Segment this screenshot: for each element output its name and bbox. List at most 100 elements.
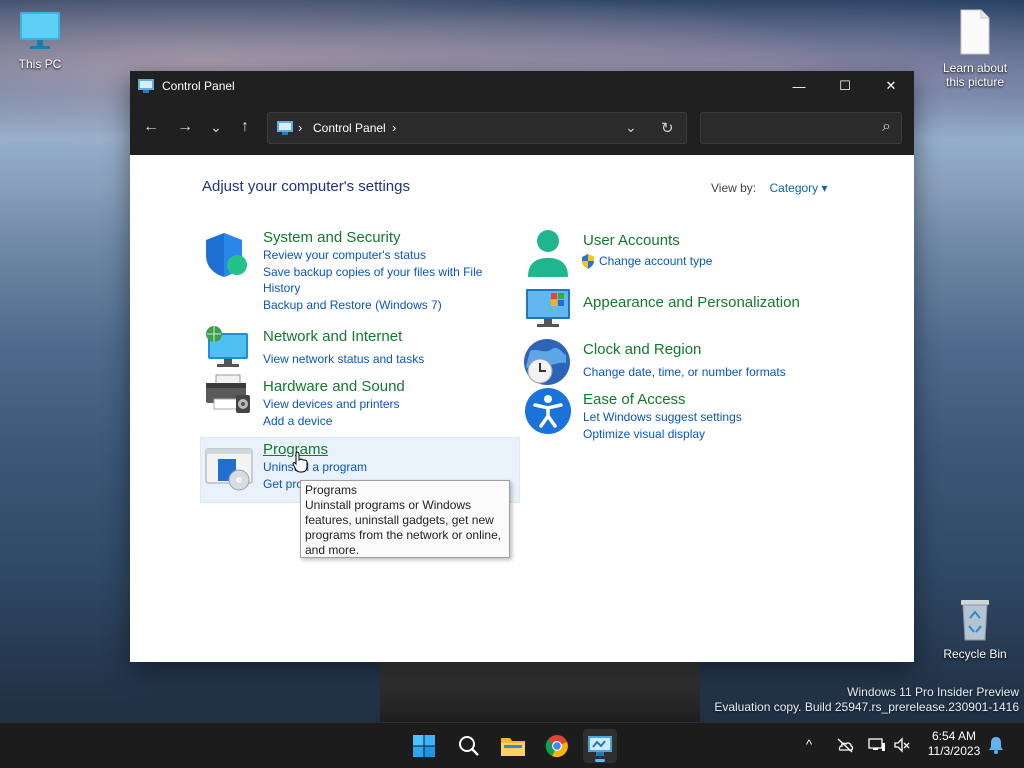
notification-bell-icon[interactable] [988, 736, 1004, 754]
forward-button[interactable]: → [171, 113, 199, 141]
search-icon [459, 736, 479, 756]
backup-restore-link[interactable]: Backup and Restore (Windows 7) [263, 297, 513, 314]
category-ease-of-access: Ease of Access Let Windows suggest setti… [583, 391, 843, 442]
view-by-label: View by: [711, 181, 757, 195]
active-app-indicator [595, 759, 605, 762]
volume-muted-icon[interactable] [894, 737, 912, 753]
clock-date: 11/3/2023 [927, 744, 981, 758]
chrome-icon [545, 735, 568, 758]
category-clock-region: Clock and Region Change date, time, or n… [583, 341, 843, 381]
file-history-link[interactable]: Save backup copies of your files with Fi… [263, 264, 513, 297]
start-icon [413, 735, 435, 757]
hardware-sound-link[interactable]: Hardware and Sound [263, 378, 513, 396]
recent-locations-button[interactable]: ⌄ [202, 113, 230, 141]
start-button[interactable] [407, 729, 441, 763]
uac-shield-icon [582, 254, 594, 269]
add-device-link[interactable]: Add a device [263, 413, 513, 430]
caret-down-icon: ▾ [821, 181, 828, 195]
learn-picture-label: Learn about this picture [942, 61, 1008, 89]
clock-region-link[interactable]: Clock and Region [583, 341, 843, 359]
user-accounts-icon [528, 230, 568, 277]
optimize-display-link[interactable]: Optimize visual display [583, 426, 843, 443]
control-panel-window: Control Panel — ☐ ✕ ← → ⌄ ↑ › Control Pa… [130, 71, 914, 662]
tooltip-body: Uninstall programs or Windows features, … [305, 498, 502, 557]
user-accounts-link[interactable]: User Accounts [583, 232, 843, 250]
monitor-icon [20, 12, 60, 49]
appearance-icon [526, 289, 570, 327]
change-account-type-link[interactable]: Change account type [582, 253, 843, 270]
watermark-line-2: Evaluation copy. Build 25947.rs_prerelea… [714, 700, 1019, 714]
review-status-link[interactable]: Review your computer's status [263, 247, 513, 264]
search-box[interactable]: ⌕ [700, 112, 902, 144]
page-title: Adjust your computer's settings [202, 178, 410, 195]
programs-tooltip: Programs Uninstall programs or Windows f… [300, 480, 510, 558]
up-arrow-icon: ↑ [241, 118, 249, 135]
appearance-personalization-link[interactable]: Appearance and Personalization [583, 294, 843, 312]
clock-region-icon [524, 339, 570, 385]
clock-time: 6:54 AM [931, 729, 977, 743]
desktop-icon-learn-picture[interactable]: Learn about this picture [935, 8, 1015, 89]
wallpaper-dock [380, 660, 700, 722]
recycle-bin-icon [961, 600, 989, 641]
category-user-accounts: User Accounts Change account type [582, 232, 843, 270]
maximize-button[interactable]: ☐ [822, 71, 868, 101]
devices-printers-link[interactable]: View devices and printers [263, 396, 513, 413]
category-system-security: System and Security Review your computer… [263, 229, 513, 313]
view-by-select[interactable]: Category ▾ [769, 181, 827, 195]
view-by: View by: Category ▾ [711, 181, 828, 195]
control-panel-taskbar-button[interactable] [583, 729, 617, 763]
title-bar[interactable]: Control Panel — ☐ ✕ [130, 71, 914, 101]
system-security-link[interactable]: System and Security [263, 229, 513, 247]
close-button[interactable]: ✕ [868, 71, 914, 101]
desktop-icon-this-pc[interactable]: This PC [0, 10, 80, 71]
watermark-line-1: Windows 11 Pro Insider Preview [847, 685, 1019, 699]
forward-arrow-icon: → [177, 118, 193, 135]
shield-icon [206, 233, 247, 277]
search-icon[interactable]: ⌕ [882, 118, 891, 136]
address-dropdown-icon[interactable]: ⌄ [625, 119, 637, 136]
onedrive-cloud-icon[interactable] [836, 737, 854, 753]
show-hidden-icons-button[interactable]: ^ [806, 737, 812, 752]
navigation-bar: ← → ⌄ ↑ › Control Panel › ⌄ ↻ ⌕ [130, 101, 914, 155]
category-hardware-sound: Hardware and Sound View devices and prin… [263, 378, 513, 429]
control-panel-location-icon [277, 121, 293, 135]
taskbar-search-button[interactable] [452, 729, 486, 763]
chrome-button[interactable] [540, 729, 574, 763]
taskbar: ^ 6:54 AM 11/3/2023 [0, 722, 1024, 768]
printer-icon [206, 374, 250, 413]
breadcrumb-control-panel[interactable]: Control Panel [313, 121, 386, 135]
control-panel-icon [588, 736, 612, 756]
breadcrumb-separator: › [298, 120, 303, 135]
control-panel-app-icon [138, 79, 154, 93]
network-internet-link[interactable]: Network and Internet [263, 328, 513, 346]
minimize-icon: — [792, 78, 806, 94]
document-icon [960, 9, 990, 55]
suggest-settings-link[interactable]: Let Windows suggest settings [583, 409, 843, 426]
date-time-formats-link[interactable]: Change date, time, or number formats [583, 364, 843, 381]
category-network-internet: Network and Internet View network status… [263, 328, 513, 368]
breadcrumb-chevron[interactable]: › [392, 120, 396, 135]
taskbar-clock[interactable]: 6:54 AM 11/3/2023 [918, 729, 990, 759]
hand-cursor-icon [292, 451, 308, 473]
network-icon [206, 326, 248, 367]
file-explorer-icon [501, 738, 525, 756]
change-account-type-label: Change account type [599, 254, 713, 268]
window-title: Control Panel [162, 79, 235, 93]
ease-of-access-link[interactable]: Ease of Access [583, 391, 843, 409]
chevron-down-icon: ⌄ [210, 118, 222, 135]
evaluation-watermark: Windows 11 Pro Insider Preview Evaluatio… [714, 685, 1019, 715]
category-appearance: Appearance and Personalization [583, 294, 843, 312]
network-status-link[interactable]: View network status and tasks [263, 351, 513, 368]
refresh-icon[interactable]: ↻ [661, 119, 674, 137]
minimize-button[interactable]: — [776, 71, 822, 101]
this-pc-label: This PC [18, 57, 62, 71]
view-by-value: Category [769, 181, 819, 195]
up-button[interactable]: ↑ [231, 113, 259, 141]
file-explorer-button[interactable] [496, 729, 530, 763]
recycle-bin-label: Recycle Bin [943, 647, 1007, 661]
address-bar[interactable]: › Control Panel › ⌄ ↻ [267, 112, 687, 144]
network-status-icon[interactable] [868, 737, 886, 753]
back-button[interactable]: ← [137, 113, 165, 141]
tooltip-title: Programs [305, 483, 358, 497]
desktop-icon-recycle-bin[interactable]: Recycle Bin [935, 596, 1015, 661]
